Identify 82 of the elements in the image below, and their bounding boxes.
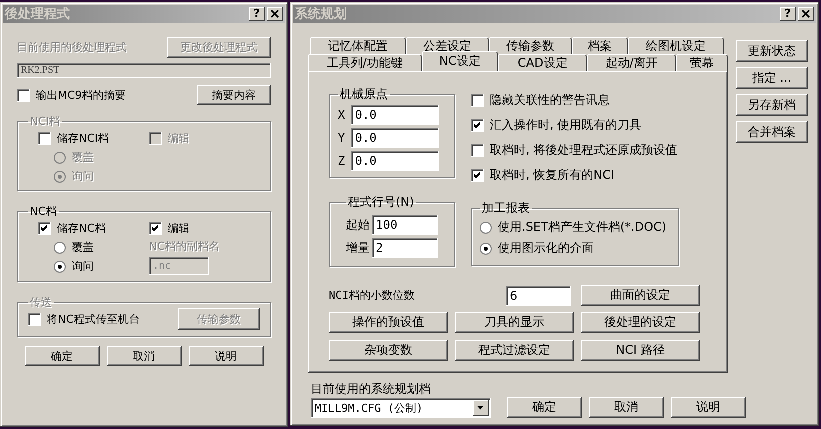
tab[interactable]: 绘图机设定 bbox=[628, 37, 724, 54]
settings-button[interactable]: 刀具的显示 bbox=[455, 312, 574, 333]
settings-button[interactable]: 後处理的设定 bbox=[581, 312, 700, 333]
dialog-button[interactable]: 确定 bbox=[507, 397, 582, 418]
summary-button[interactable]: 摘要内容 bbox=[197, 85, 271, 105]
option-label: 使用.SET档产生文件档(*.DOC) bbox=[498, 219, 667, 236]
group-title: 加工报表 bbox=[481, 200, 531, 217]
checkbox[interactable] bbox=[471, 169, 484, 182]
group-title: 程式行号(N) bbox=[347, 194, 416, 211]
axis-label: Y bbox=[338, 131, 346, 145]
window-title: 系统规划 bbox=[295, 6, 348, 23]
checkbox[interactable] bbox=[471, 119, 484, 132]
tab[interactable]: 传输参数 bbox=[489, 37, 572, 54]
number-field[interactable]: 100 bbox=[372, 215, 438, 235]
dialog-button[interactable]: 确定 bbox=[24, 346, 100, 366]
side-button[interactable]: 指定 ... bbox=[736, 67, 808, 89]
field-label: NCI档的小数位数 bbox=[329, 288, 416, 303]
coordinate-field[interactable]: 0.0 bbox=[351, 151, 440, 171]
checkbox[interactable] bbox=[17, 88, 30, 102]
field-label: 目前使用的系统规划档 bbox=[311, 381, 432, 398]
close-icon[interactable] bbox=[267, 7, 283, 21]
group-title: NCI档 bbox=[29, 114, 62, 129]
dialog-button[interactable]: 取消 bbox=[589, 397, 664, 418]
tab[interactable]: 萤幕 bbox=[676, 54, 728, 71]
checkbox[interactable] bbox=[471, 144, 484, 157]
option-label: 询问 bbox=[72, 169, 94, 184]
decimals-field[interactable]: 6 bbox=[506, 286, 571, 306]
option-label: 取档时, 恢复所有的NCI bbox=[490, 167, 615, 184]
tab[interactable]: 记忆体配置 bbox=[310, 37, 406, 54]
option-label: 将NC程式传至机台 bbox=[47, 312, 140, 327]
help-button[interactable]: ? bbox=[249, 7, 265, 21]
checkbox[interactable] bbox=[149, 222, 162, 235]
number-field[interactable]: 2 bbox=[372, 238, 438, 258]
coordinate-field[interactable]: 0.0 bbox=[351, 105, 440, 125]
option-label: 储存NC档 bbox=[57, 221, 106, 236]
dialog-button[interactable]: 说明 bbox=[671, 397, 746, 418]
option-label: 使用图示化的介面 bbox=[498, 240, 594, 257]
option-label: 编辑 bbox=[168, 131, 190, 146]
option-label: 输出MC9档的摘要 bbox=[36, 88, 126, 102]
config-dropdown[interactable]: MILL9M.CFG (公制) bbox=[311, 398, 491, 418]
checkbox[interactable] bbox=[471, 94, 484, 107]
field-label: 起始 bbox=[346, 216, 370, 234]
axis-label: Z bbox=[338, 154, 346, 168]
tab[interactable]: NC设定 bbox=[422, 51, 498, 71]
dialog-button[interactable]: 取消 bbox=[106, 346, 182, 366]
radio-button[interactable] bbox=[54, 242, 66, 254]
side-button[interactable]: 另存新档 bbox=[736, 94, 808, 116]
group-title: NC档 bbox=[29, 204, 58, 219]
option-label: 隐藏关联性的警告讯息 bbox=[490, 92, 610, 109]
field-label: NC档的副档名 bbox=[149, 239, 220, 254]
tab[interactable]: 档案 bbox=[572, 37, 628, 54]
option-label: 储存NCI档 bbox=[57, 131, 110, 146]
radio-button[interactable] bbox=[480, 242, 492, 254]
side-button[interactable]: 合并档案 bbox=[736, 121, 808, 143]
close-icon[interactable] bbox=[798, 7, 814, 21]
settings-button[interactable]: 杂项变数 bbox=[329, 340, 448, 361]
radio-button[interactable] bbox=[480, 222, 492, 234]
field-label: 增量 bbox=[346, 240, 370, 256]
option-label: 询问 bbox=[72, 259, 94, 274]
tab[interactable]: 起动/离开 bbox=[587, 54, 676, 71]
side-button[interactable]: 更新状态 bbox=[736, 40, 808, 62]
group-title: 机械原点 bbox=[339, 86, 389, 103]
checkbox[interactable] bbox=[38, 222, 51, 235]
window-title: 後处理程式 bbox=[5, 6, 71, 23]
coordinate-field[interactable]: 0.0 bbox=[351, 128, 440, 148]
settings-button[interactable]: 操作的预设值 bbox=[329, 312, 448, 333]
option-label: 汇入操作时, 使用既有的刀具 bbox=[490, 117, 642, 134]
tab[interactable]: CAD设定 bbox=[498, 54, 588, 71]
surface-settings-button[interactable]: 曲面的设定 bbox=[581, 285, 700, 306]
settings-button[interactable]: 程式过滤设定 bbox=[455, 340, 574, 361]
axis-label: X bbox=[338, 108, 346, 122]
field-label: 目前使用的後处理程式 bbox=[17, 40, 127, 55]
option-label: 编辑 bbox=[168, 221, 190, 236]
dialog-button[interactable]: 说明 bbox=[188, 346, 264, 366]
option-label: 取档时, 将後处理程式还原成预设值 bbox=[490, 142, 678, 159]
option-label: 覆盖 bbox=[72, 240, 94, 255]
radio-button[interactable] bbox=[54, 260, 66, 272]
option-label: 覆盖 bbox=[72, 150, 94, 165]
tab[interactable]: 工具列/功能键 bbox=[308, 54, 422, 71]
settings-button[interactable]: NCI 路径 bbox=[581, 340, 700, 361]
group-title: 传送 bbox=[29, 295, 53, 310]
help-button[interactable]: ? bbox=[780, 7, 796, 21]
